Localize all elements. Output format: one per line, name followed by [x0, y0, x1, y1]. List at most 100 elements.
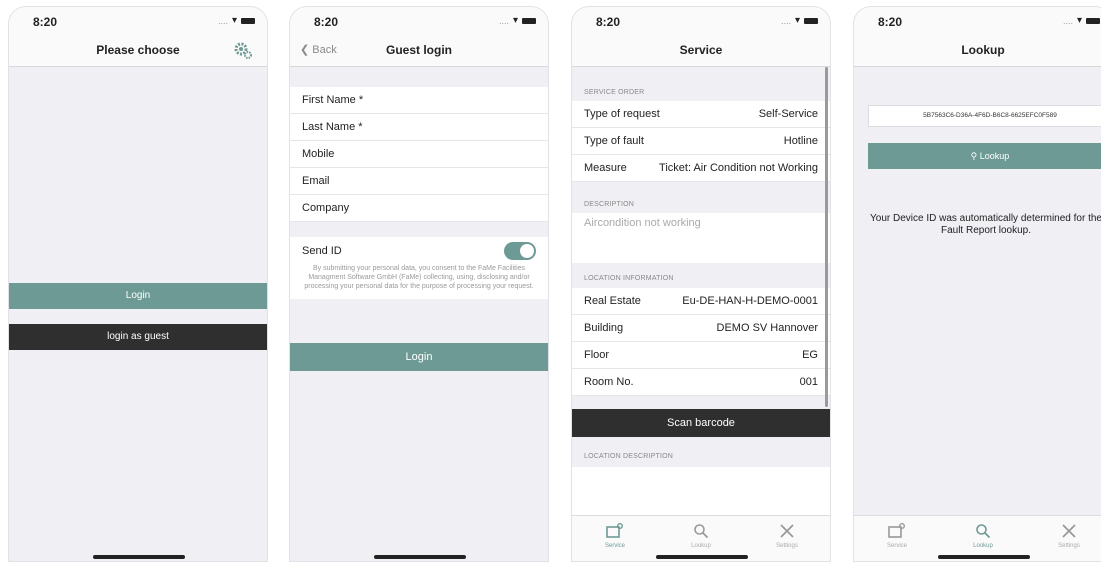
signal-dots: ....: [498, 15, 509, 26]
row-value: Self-Service: [758, 108, 818, 120]
location-info-header: LOCATION INFORMATION: [584, 275, 674, 282]
mobile-field[interactable]: Mobile: [290, 141, 548, 168]
first-name-label: First Name *: [302, 94, 364, 106]
location-info-list: Real Estate Eu-DE-HAN-H-DEMO-0001 Buildi…: [572, 288, 830, 396]
lookup-button[interactable]: ⚲ Lookup: [868, 143, 1101, 169]
send-id-section: Send ID By submitting your personal data…: [290, 237, 548, 299]
company-label: Company: [302, 202, 350, 214]
email-label: Email: [302, 175, 330, 187]
tools-icon: [1062, 524, 1076, 538]
signal-dots: ....: [780, 15, 791, 26]
tab-label: Settings: [776, 543, 798, 549]
last-name-field[interactable]: Last Name *: [290, 114, 548, 141]
lookup-label: Lookup: [979, 151, 1010, 161]
phone-service: 8:20 .... ▾ Service SERVICE ORDER Type o…: [571, 6, 831, 562]
tab-label: Service: [886, 543, 907, 549]
status-bar: 8:20 .... ▾: [9, 7, 267, 33]
status-icons: .... ▾: [499, 15, 536, 26]
row-value: Ticket: Air Condition not Working: [659, 162, 818, 174]
email-field[interactable]: Email: [290, 168, 548, 195]
description-header: DESCRIPTION: [584, 201, 635, 208]
row-label: Measure: [584, 162, 627, 174]
page-title: Service: [679, 43, 723, 57]
status-icons: .... ▾: [1063, 15, 1100, 26]
tab-settings[interactable]: Settings: [1039, 516, 1099, 561]
tab-label: Service: [604, 543, 625, 549]
row-label: Type of fault: [584, 135, 644, 147]
tab-service[interactable]: Service: [585, 516, 645, 561]
row-value: 001: [799, 376, 818, 388]
row-label: Room No.: [584, 376, 634, 388]
battery-icon: [1086, 17, 1100, 24]
consent-text: By submitting your personal data, you co…: [304, 265, 534, 290]
phone-lookup: 8:20 .... ▾ Lookup 5B7563C6-D36A-4F6D-B6…: [853, 6, 1101, 562]
status-bar: 8:20 .... ▾: [854, 7, 1101, 33]
page-title: Lookup: [961, 43, 1005, 57]
battery-icon: [804, 17, 818, 24]
guest-login-button[interactable]: Login: [290, 343, 548, 371]
company-field[interactable]: Company: [290, 195, 548, 222]
scan-barcode-button[interactable]: Scan barcode: [572, 409, 830, 437]
real-estate-row[interactable]: Real Estate Eu-DE-HAN-H-DEMO-0001: [572, 288, 830, 315]
measure-row[interactable]: Measure Ticket: Air Condition not Workin…: [572, 155, 830, 182]
tab-service[interactable]: Service: [867, 516, 927, 561]
last-name-label: Last Name *: [302, 121, 363, 133]
location-description-box[interactable]: [572, 467, 830, 517]
send-id-label: Send ID: [302, 244, 342, 257]
description-box[interactable]: Aircondition not working: [572, 213, 830, 263]
service-icon: [888, 523, 905, 538]
wifi-icon: ▾: [1076, 15, 1082, 26]
status-time: 8:20: [596, 15, 621, 29]
status-bar: 8:20 .... ▾: [572, 7, 830, 33]
row-label: Type of request: [584, 108, 660, 120]
device-id-value: 5B7563C6-D36A-4F6D-B6C8-6625EFC0F589: [923, 112, 1057, 119]
wifi-icon: ▾: [794, 15, 800, 26]
building-row[interactable]: Building DEMO SV Hannover: [572, 315, 830, 342]
tab-label: Lookup: [691, 543, 711, 549]
home-indicator: [938, 555, 1030, 559]
row-value: DEMO SV Hannover: [716, 322, 818, 334]
nav-bar: Please choose: [9, 33, 267, 67]
page-title: Please choose: [96, 43, 180, 57]
service-icon: [606, 523, 623, 538]
nav-bar: Service: [572, 33, 830, 67]
send-id-toggle[interactable]: [504, 241, 536, 260]
phone-guest-login: 8:20 .... ▾ ❮ Back Guest login First Nam…: [289, 6, 549, 562]
location-description-header: LOCATION DESCRIPTION: [584, 453, 674, 460]
search-icon: [694, 524, 709, 539]
tab-label: Settings: [1058, 543, 1080, 549]
search-icon: ⚲: [970, 151, 978, 161]
service-order-header: SERVICE ORDER: [584, 89, 645, 96]
device-id-field[interactable]: 5B7563C6-D36A-4F6D-B6C8-6625EFC0F589: [868, 105, 1101, 127]
home-indicator: [656, 555, 748, 559]
login-button[interactable]: Login: [9, 283, 267, 309]
scrollbar[interactable]: [825, 67, 828, 407]
type-of-request-row[interactable]: Type of request Self-Service: [572, 101, 830, 128]
settings-gear-icon[interactable]: [233, 40, 253, 60]
type-of-fault-row[interactable]: Type of fault Hotline: [572, 128, 830, 155]
row-label: Building: [584, 322, 624, 334]
row-value: Hotline: [783, 135, 818, 147]
signal-dots: ....: [217, 15, 228, 26]
status-icons: .... ▾: [218, 15, 255, 26]
wifi-icon: ▾: [512, 15, 518, 26]
first-name-field[interactable]: First Name *: [290, 87, 548, 114]
mobile-label: Mobile: [302, 148, 335, 160]
battery-icon: [241, 17, 255, 24]
send-id-row: Send ID: [290, 237, 548, 264]
login-as-guest-button[interactable]: login as guest: [9, 324, 267, 350]
row-value: Eu-DE-HAN-H-DEMO-0001: [682, 295, 818, 307]
page-title: Guest login: [386, 43, 452, 57]
nav-bar: Lookup: [854, 33, 1101, 67]
status-icons: .... ▾: [781, 15, 818, 26]
phone-please-choose: 8:20 .... ▾ Please choose Login login as…: [8, 6, 268, 562]
room-no-row[interactable]: Room No. 001: [572, 369, 830, 396]
status-time: 8:20: [878, 15, 903, 29]
nav-bar: ❮ Back Guest login: [290, 33, 548, 67]
row-label: Real Estate: [584, 295, 641, 307]
floor-row[interactable]: Floor EG: [572, 342, 830, 369]
service-order-list: Type of request Self-Service Type of fau…: [572, 101, 830, 182]
tab-settings[interactable]: Settings: [757, 516, 817, 561]
row-label: Floor: [584, 349, 610, 361]
status-time: 8:20: [314, 15, 339, 29]
